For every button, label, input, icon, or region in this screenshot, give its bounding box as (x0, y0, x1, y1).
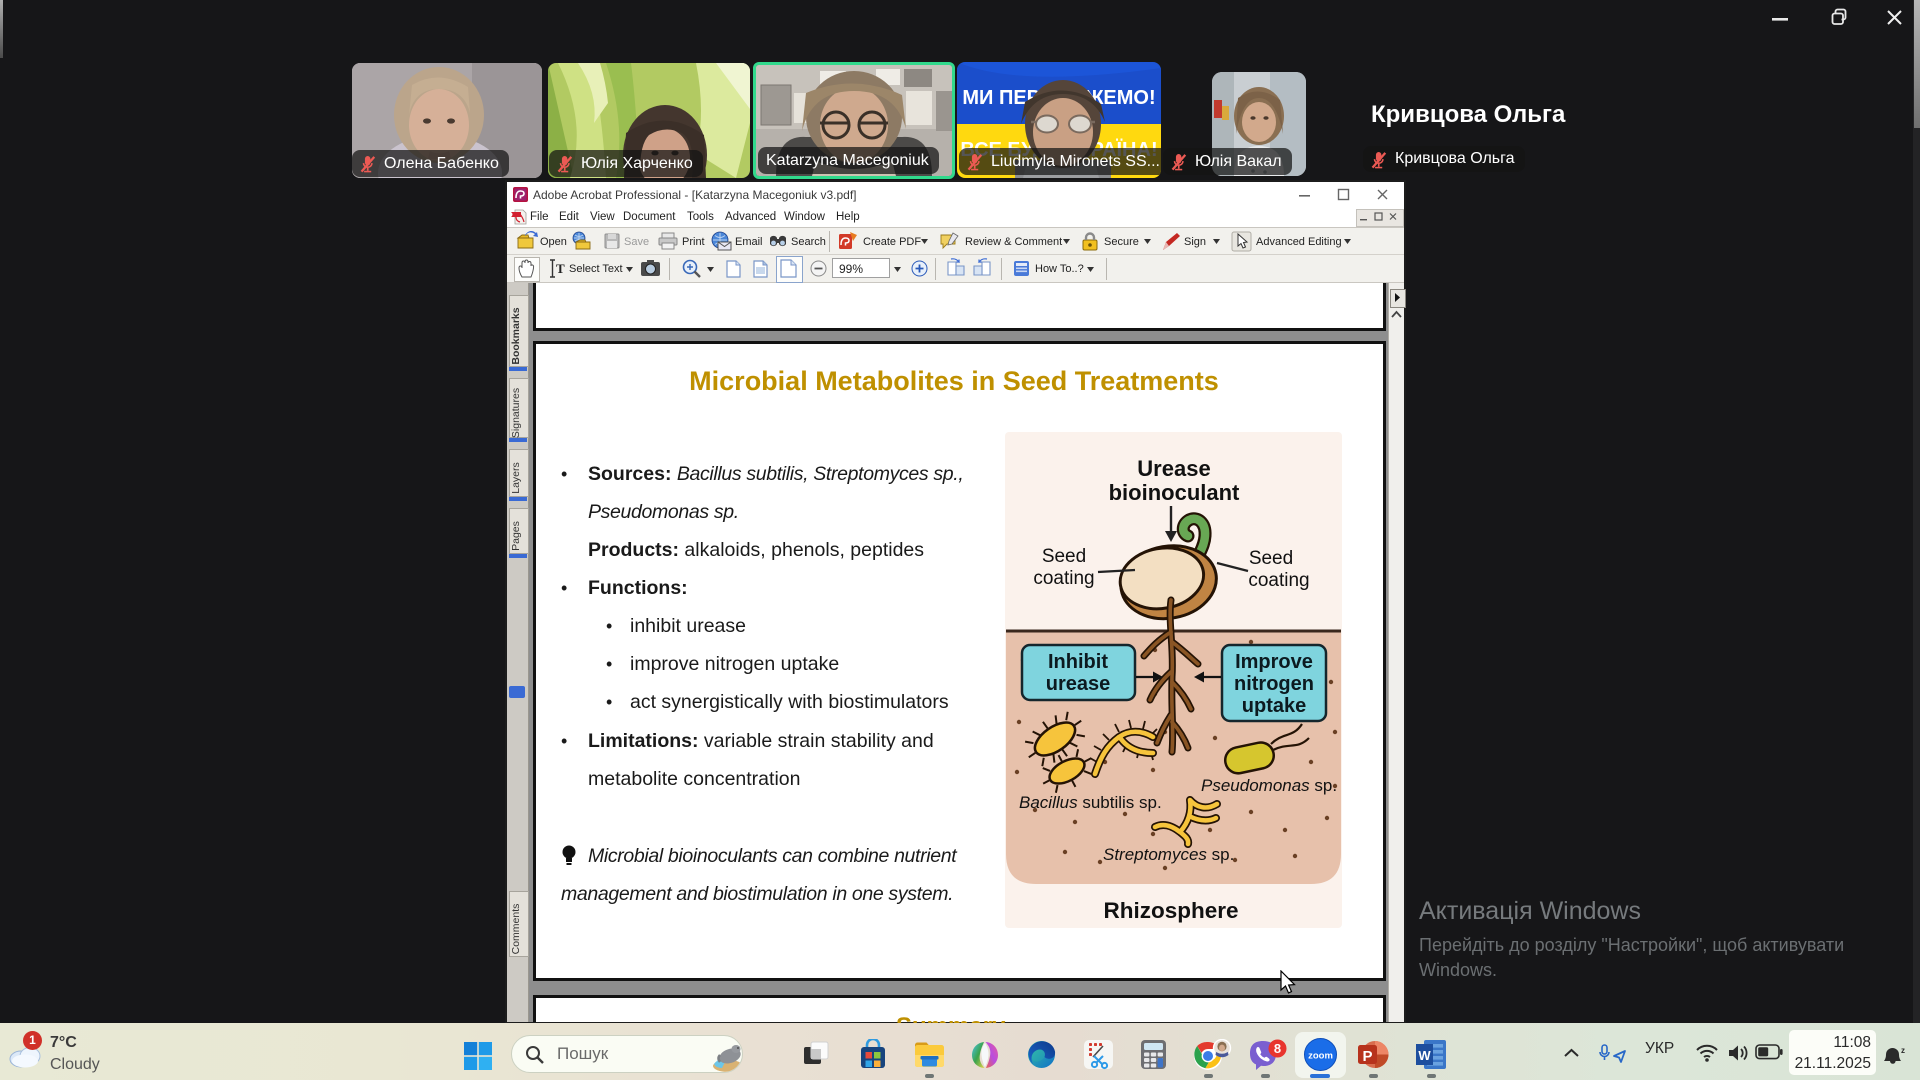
svg-text:Urease: Urease (1137, 456, 1210, 481)
svg-text:Inhibit: Inhibit (1048, 651, 1108, 673)
svg-text:Seed: Seed (1249, 548, 1293, 569)
svg-text:nitrogen: nitrogen (1234, 673, 1314, 695)
svg-text:Bacillus subtilis sp.: Bacillus subtilis sp. (1019, 793, 1162, 812)
svg-text:z: z (1901, 1046, 1905, 1055)
svg-text:zoom: zoom (1308, 1051, 1333, 1062)
svg-text:Pseudomonas sp.: Pseudomonas sp. (1201, 776, 1337, 795)
svg-text:Rhizosphere: Rhizosphere (1103, 898, 1238, 923)
svg-text:P: P (1362, 1048, 1372, 1065)
svg-text:uptake: uptake (1242, 695, 1306, 717)
svg-text:T: T (556, 261, 565, 276)
svg-text:bioinoculant: bioinoculant (1109, 480, 1240, 505)
svg-text:Improve: Improve (1235, 651, 1313, 673)
svg-text:W: W (1418, 1048, 1431, 1063)
svg-text:coating: coating (1248, 570, 1309, 591)
svg-text:Streptomyces sp.: Streptomyces sp. (1103, 845, 1234, 864)
svg-text:coating: coating (1033, 568, 1094, 589)
svg-text:8: 8 (1274, 1041, 1281, 1056)
svg-text:urease: urease (1046, 673, 1111, 695)
svg-text:Seed: Seed (1042, 546, 1086, 567)
